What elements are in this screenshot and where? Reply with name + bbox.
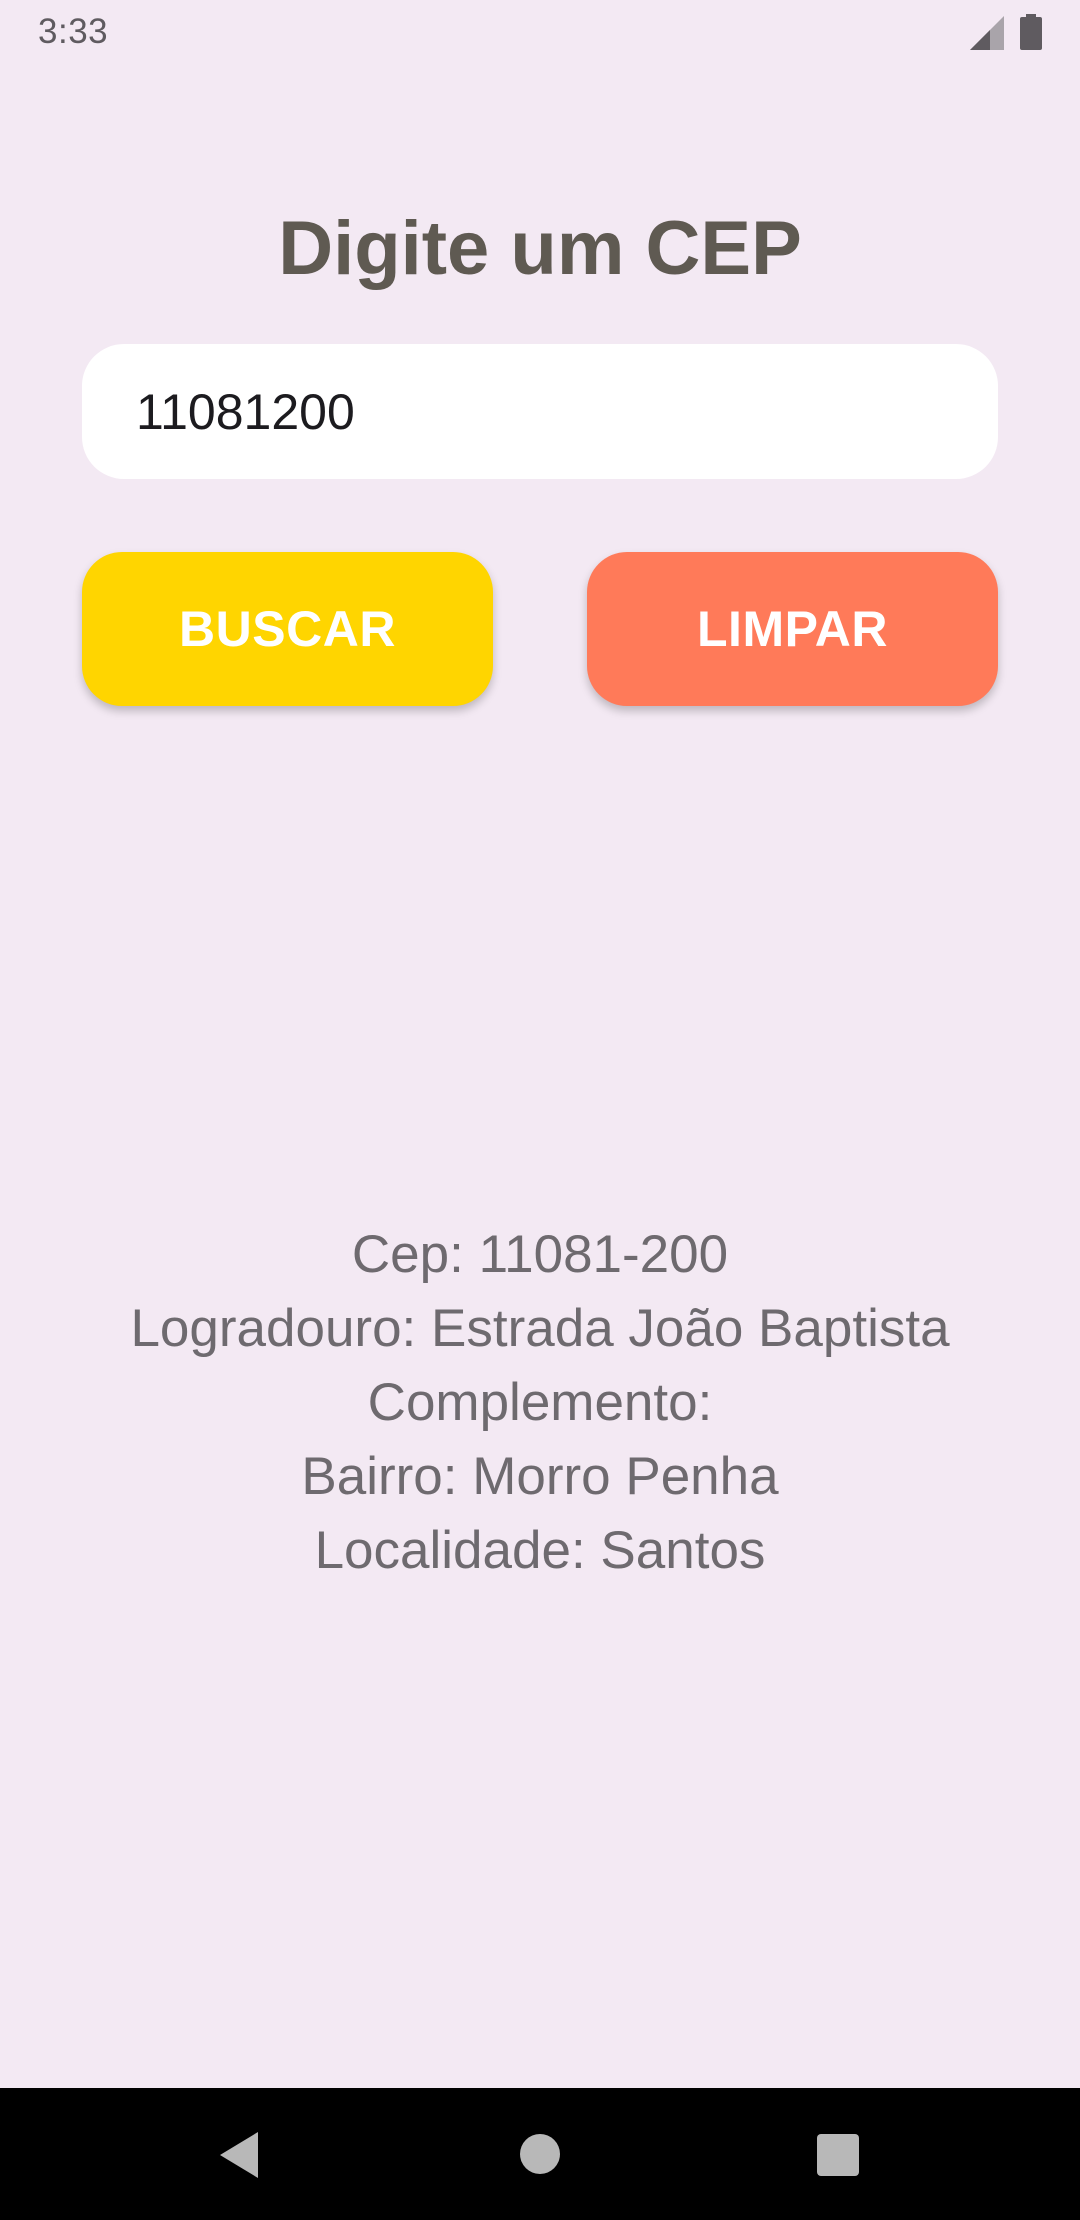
battery-icon — [1020, 14, 1042, 55]
result-bairro: Bairro: Morro Penha — [301, 1447, 779, 1506]
status-icons — [970, 14, 1042, 55]
page-title: Digite um CEP — [278, 206, 802, 291]
back-icon[interactable] — [220, 2132, 260, 2183]
result-localidade: Localidade: Santos — [314, 1521, 766, 1580]
result-cep: Cep: 11081-200 — [351, 1225, 729, 1284]
status-time: 3:33 — [38, 12, 109, 51]
clear-button[interactable]: LIMPAR — [587, 552, 998, 706]
search-button[interactable]: BUSCAR — [82, 552, 493, 706]
navigation-bar — [0, 2088, 1080, 2220]
cep-input[interactable] — [82, 344, 998, 479]
address-result: Cep: 11081-200 Logradouro: Estrada João … — [0, 1218, 1080, 1588]
recents-icon[interactable] — [817, 2134, 859, 2176]
home-icon[interactable] — [520, 2134, 560, 2174]
result-complemento: Complemento: — [367, 1373, 713, 1432]
result-logradouro: Logradouro: Estrada João Baptista — [130, 1299, 950, 1358]
signal-icon — [970, 16, 1004, 55]
status-bar: 3:33 — [0, 0, 1080, 68]
